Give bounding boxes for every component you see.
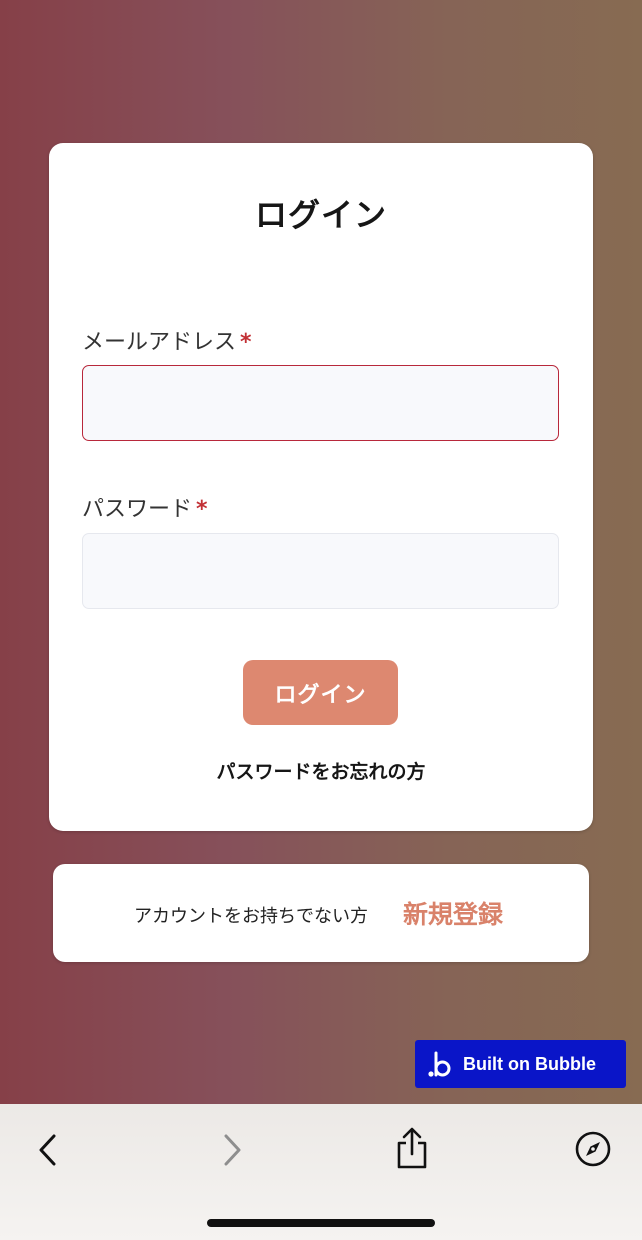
password-label-text: パスワード: [82, 497, 193, 522]
page-title: ログイン: [254, 196, 387, 234]
login-button[interactable]: ログイン: [243, 660, 398, 725]
password-label: パスワード *: [82, 491, 208, 523]
email-input[interactable]: [82, 365, 559, 441]
signup-link[interactable]: 新規登録: [403, 895, 503, 931]
email-required-mark: *: [240, 330, 252, 355]
signup-prompt: アカウントをお持ちでない方: [134, 906, 368, 927]
compass-icon[interactable]: [574, 1130, 612, 1168]
back-icon[interactable]: [36, 1132, 60, 1168]
forgot-password-link[interactable]: パスワードをお忘れの方: [0, 757, 642, 784]
bubble-badge[interactable]: Built on Bubble: [415, 1040, 626, 1088]
email-label-text: メールアドレス: [82, 330, 237, 355]
password-input[interactable]: [82, 533, 559, 609]
bubble-logo-icon: [428, 1051, 451, 1077]
share-icon[interactable]: [394, 1126, 430, 1170]
forward-icon[interactable]: [220, 1132, 244, 1168]
home-indicator: [207, 1219, 435, 1227]
email-label: メールアドレス *: [82, 324, 252, 356]
password-required-mark: *: [196, 497, 208, 522]
bubble-badge-text: Built on Bubble: [463, 1053, 596, 1074]
login-card: [49, 143, 593, 831]
